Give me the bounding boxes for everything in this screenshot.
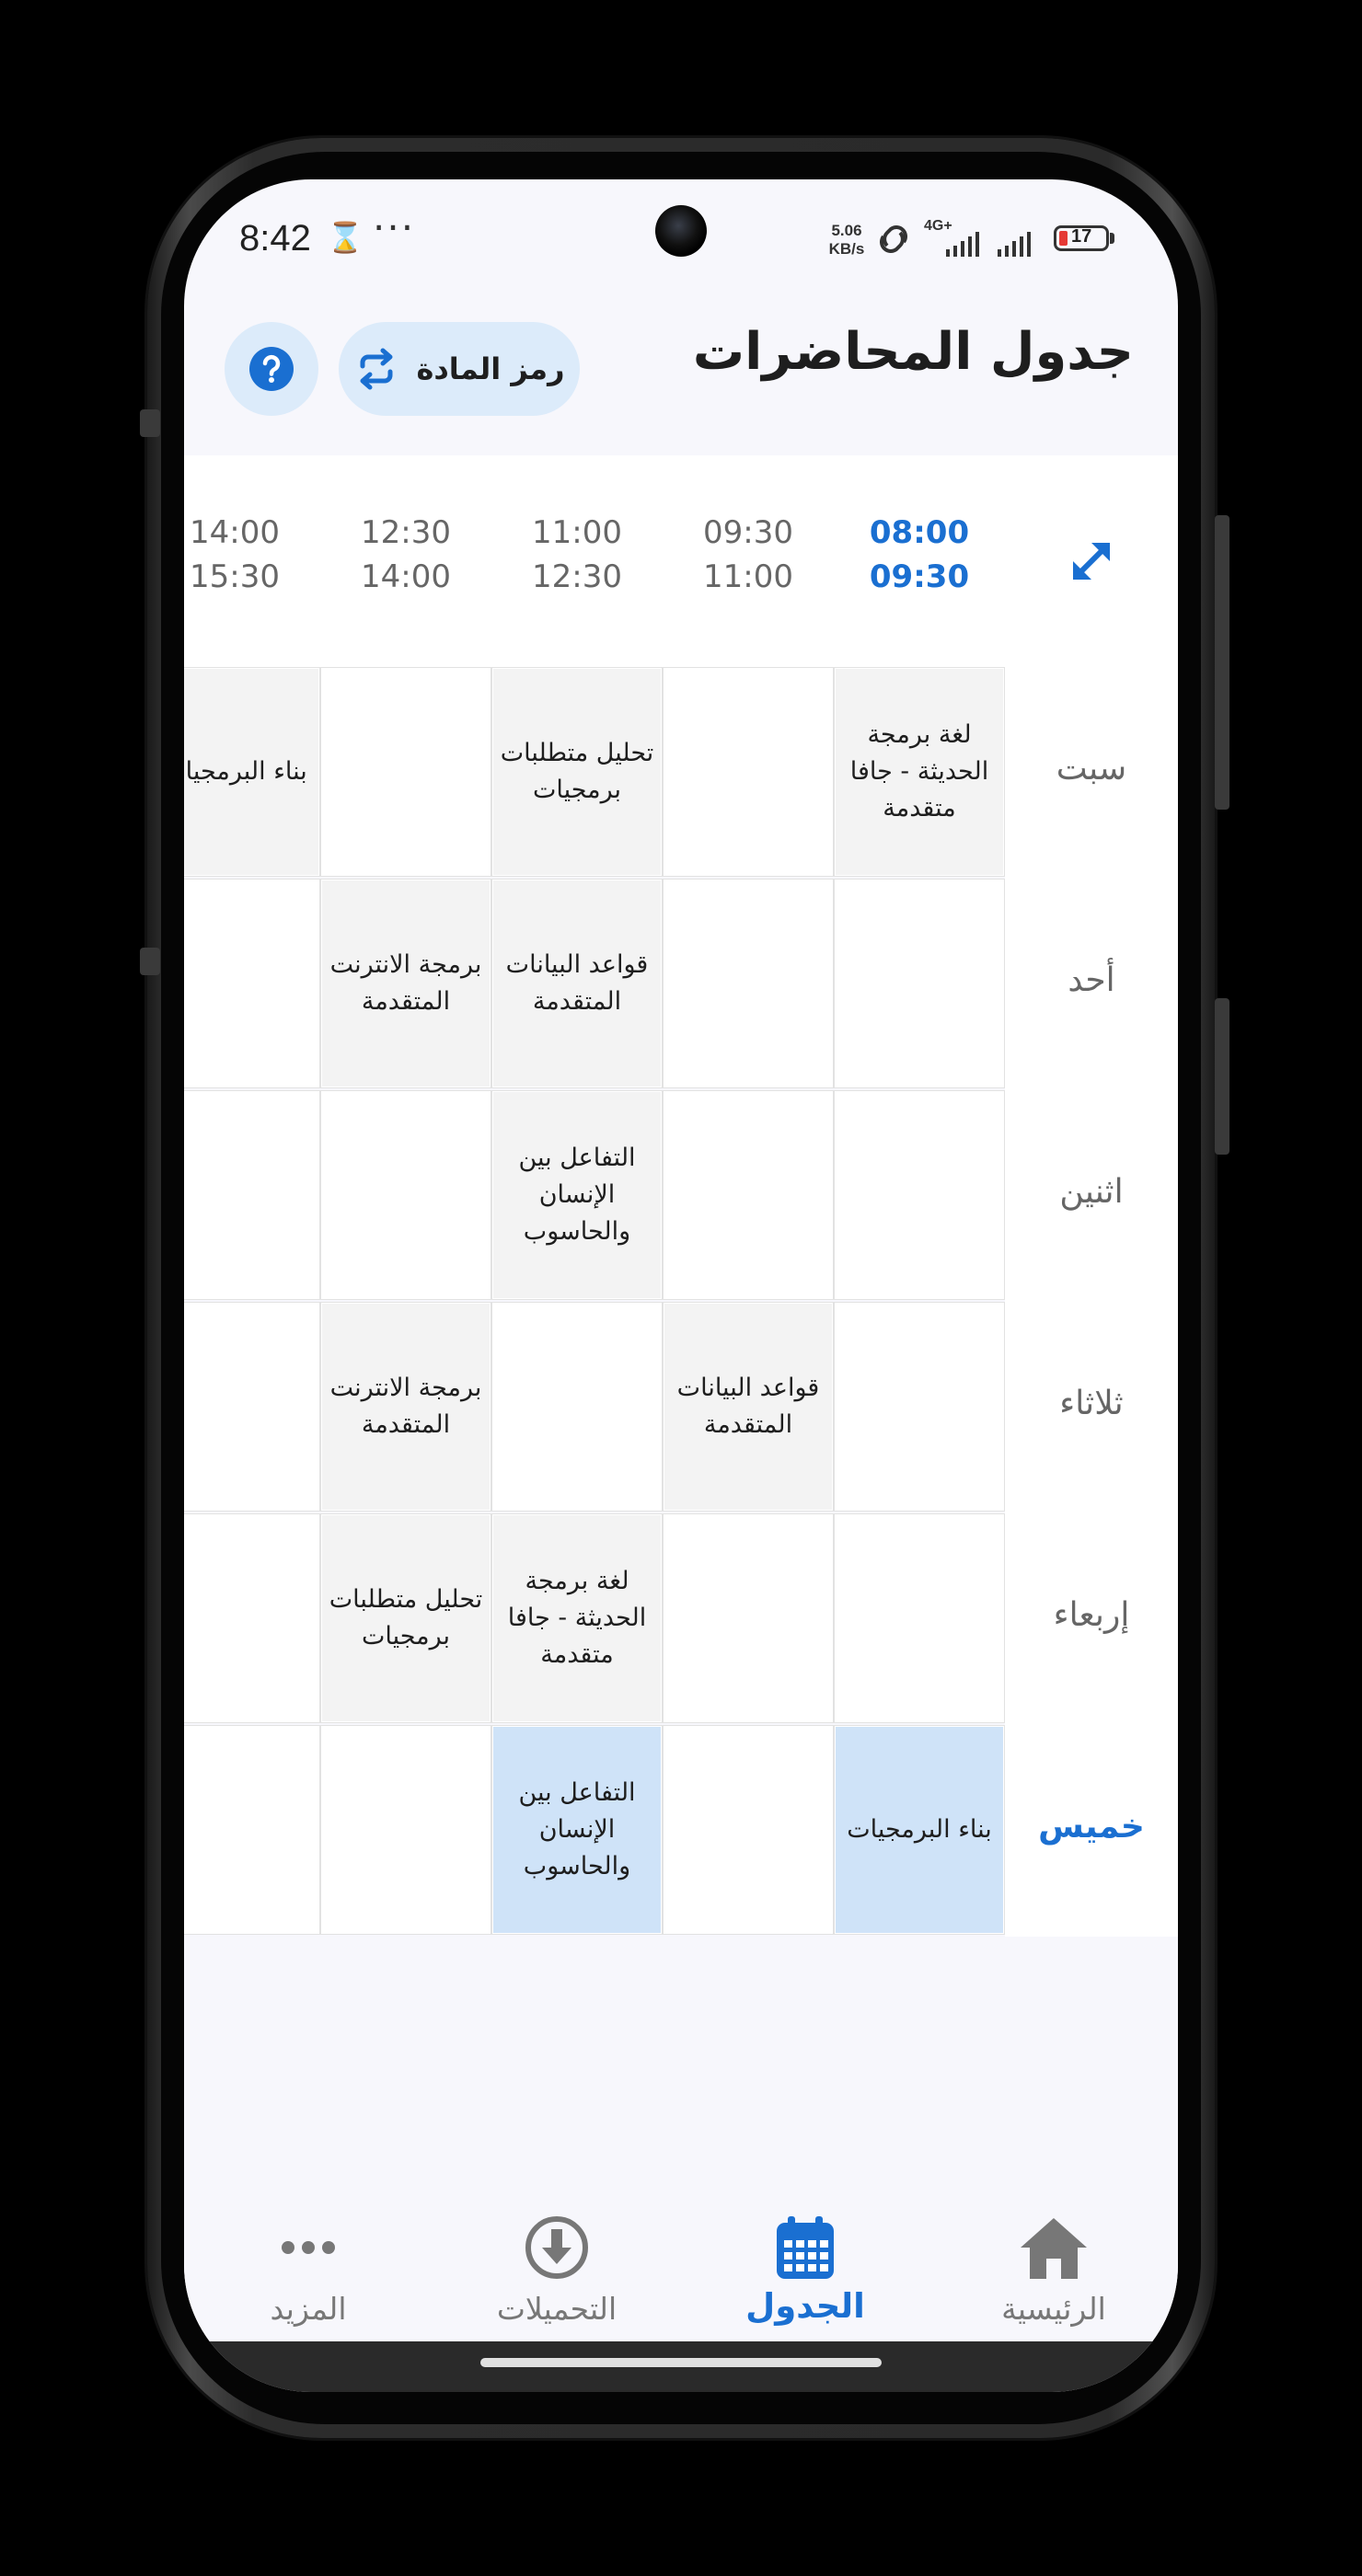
nav-item-downloads[interactable]: التحميلات	[433, 2194, 681, 2341]
nav-item-home[interactable]: الرئيسية	[929, 2194, 1178, 2341]
nav-item-schedule[interactable]: الجدول	[681, 2194, 929, 2341]
page-title: جدول المحاضرات	[692, 322, 1134, 382]
course-cell[interactable]: التفاعل بين الإنسان والحاسوب	[493, 1727, 661, 1933]
side-button-left	[140, 409, 160, 437]
expand-arrows-icon	[1073, 543, 1110, 580]
time-slot-start: 11:00	[532, 514, 622, 551]
timetable-cell[interactable]	[184, 1725, 320, 1935]
course-cell[interactable]: التفاعل بين الإنسان والحاسوب	[493, 1092, 661, 1298]
time-slot-header: 11:00 12:30	[491, 511, 663, 599]
day-label: ثلاثاء	[1059, 1385, 1124, 1422]
timetable-cell[interactable]	[184, 1513, 320, 1723]
power-button	[1215, 998, 1229, 1155]
course-cell[interactable]: تحليل متطلبات برمجيات	[493, 669, 661, 875]
day-label: أحد	[1068, 961, 1115, 999]
timetable-cell[interactable]	[834, 1302, 1005, 1512]
course-cell[interactable]: تحليل متطلبات برمجيات	[322, 1515, 490, 1721]
timetable-cell[interactable]	[663, 1725, 834, 1935]
battery-tip	[1110, 233, 1114, 244]
battery-icon: 17	[1054, 225, 1109, 251]
timetable-cell[interactable]	[834, 1090, 1005, 1300]
status-bar: 8:42 ⌛ ··· 5.06 KB/s 4G+ 17	[184, 179, 1178, 299]
network-speed: 5.06 KB/s	[828, 222, 865, 258]
day-label: خميس	[1038, 1808, 1145, 1846]
side-button-left-2	[140, 948, 160, 975]
timetable-cell[interactable]	[320, 667, 491, 877]
timetable-cell[interactable]	[184, 879, 320, 1088]
course-cell[interactable]: برمجة الانترنت المتقدمة	[322, 1304, 490, 1510]
time-slot-header: 14:00 15:30	[184, 511, 320, 599]
timetable-cell[interactable]	[320, 1090, 491, 1300]
timetable-cell[interactable]	[491, 1302, 663, 1512]
course-cell[interactable]: برمجة الانترنت المتقدمة	[322, 880, 490, 1087]
course-code-button[interactable]: رمز المادة	[339, 322, 580, 416]
repeat-icon	[360, 348, 393, 390]
timetable-cell[interactable]	[834, 879, 1005, 1088]
course-cell[interactable]: بناء البرمجيات	[184, 669, 318, 875]
time-slot-header: 12:30 14:00	[320, 511, 491, 599]
time-slot-end: 11:00	[703, 558, 793, 595]
battery-level	[1059, 231, 1068, 246]
time-slot-start: 08:00	[869, 514, 970, 551]
timetable-cell[interactable]	[663, 667, 834, 877]
time-slot-end: 14:00	[361, 558, 451, 595]
question-icon	[249, 347, 294, 391]
front-camera	[655, 205, 707, 257]
timetable-cell[interactable]	[320, 1725, 491, 1935]
timetable-cell[interactable]	[184, 1302, 320, 1512]
nav-item-more[interactable]: المزيد	[184, 2194, 433, 2341]
timetable-cell[interactable]	[663, 1090, 834, 1300]
course-cell[interactable]: بناء البرمجيات	[836, 1727, 1003, 1933]
bottom-nav: المزيد التحميلات الجدول الرئيسية	[184, 2194, 1178, 2341]
download-icon	[520, 2211, 594, 2284]
nav-label-home: الرئيسية	[1001, 2291, 1106, 2327]
status-time: 8:42	[239, 218, 311, 259]
timetable-cell[interactable]	[663, 1513, 834, 1723]
time-slot-start: 09:30	[703, 514, 793, 551]
day-label: إربعاء	[1053, 1596, 1130, 1634]
expand-button[interactable]	[1012, 529, 1171, 593]
nav-label-downloads: التحميلات	[496, 2291, 618, 2327]
nav-label-more: المزيد	[270, 2291, 347, 2327]
timetable-cell[interactable]	[834, 1513, 1005, 1723]
course-cell[interactable]: لغة برمجة الحديثة - جافا متقدمة	[836, 669, 1003, 875]
time-slot-start: 14:00	[190, 514, 280, 551]
time-slot-header: 09:30 11:00	[663, 511, 834, 599]
course-cell[interactable]: لغة برمجة الحديثة - جافا متقدمة	[493, 1515, 661, 1721]
time-slot-end: 12:30	[532, 558, 622, 595]
time-slot-end: 15:30	[190, 558, 280, 595]
course-cell[interactable]: قواعد البيانات المتقدمة	[664, 1304, 832, 1510]
gesture-bar[interactable]	[480, 2358, 882, 2367]
battery-percent: 17	[1071, 226, 1092, 247]
day-label: سبت	[1056, 750, 1127, 788]
calendar-icon	[768, 2211, 842, 2284]
signal-icon-sim1	[946, 232, 979, 257]
signal-icon-sim2	[998, 232, 1031, 257]
more-notifications-icon: ···	[373, 205, 416, 250]
home-icon	[1017, 2211, 1091, 2284]
course-code-label: رمز المادة	[416, 351, 565, 386]
more-icon	[271, 2211, 345, 2284]
volume-button	[1215, 515, 1229, 810]
time-slot-end: 09:30	[869, 558, 970, 595]
time-slot-header: 08:00 09:30	[834, 511, 1005, 599]
hotspot-link-icon	[880, 225, 907, 253]
nav-label-schedule: الجدول	[745, 2286, 865, 2326]
screen: 8:42 ⌛ ··· 5.06 KB/s 4G+ 17 جدول المحاضر…	[184, 179, 1178, 2392]
timetable: 08:00 09:30 09:30 11:00 11:00 12:30 12:30 14:00…	[184, 455, 1178, 1937]
course-cell[interactable]: قواعد البيانات المتقدمة	[493, 880, 661, 1087]
hourglass-icon: ⌛	[327, 220, 364, 255]
time-slot-start: 12:30	[361, 514, 451, 551]
help-button[interactable]	[225, 322, 318, 416]
timetable-cell[interactable]	[663, 879, 834, 1088]
timetable-cell[interactable]	[184, 1090, 320, 1300]
day-label: اثنين	[1059, 1173, 1124, 1211]
gesture-area	[184, 2341, 1178, 2392]
